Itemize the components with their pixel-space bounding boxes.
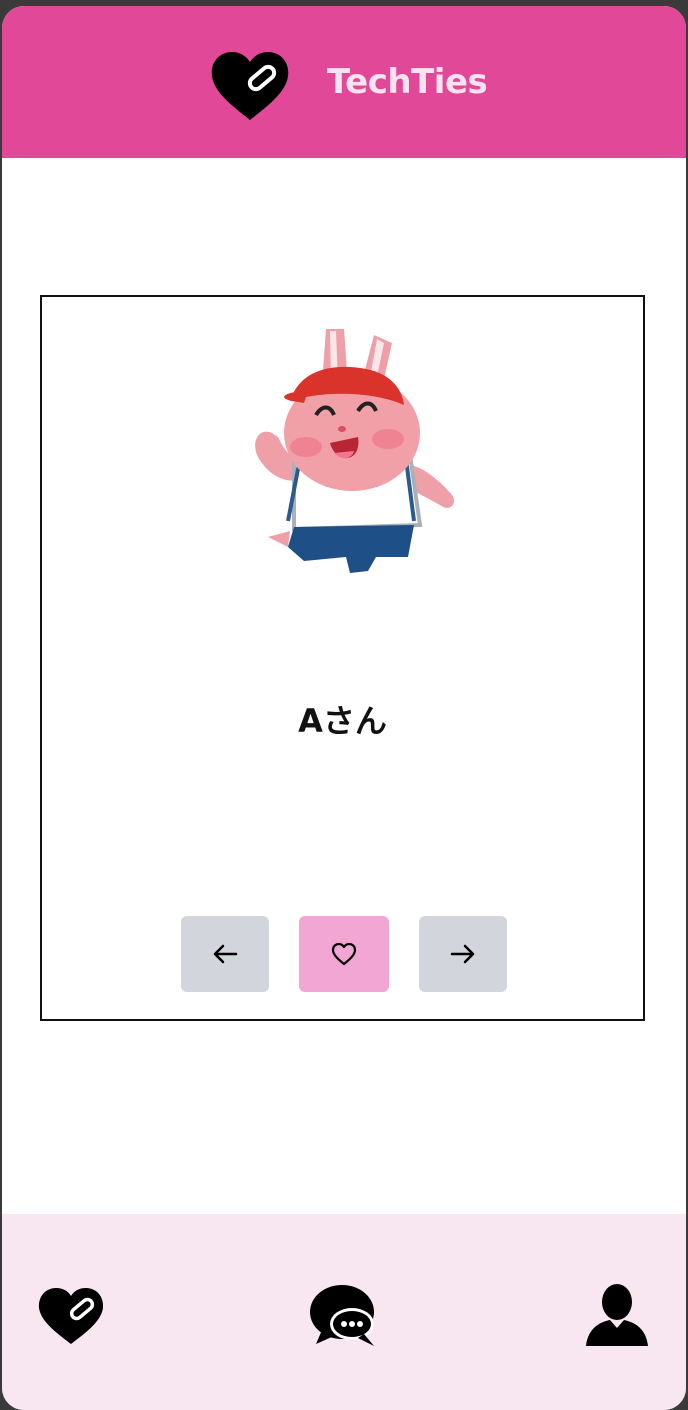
rabbit-character-illustration [255,329,455,573]
app-header: TechTies [2,6,686,158]
heart-chip-icon[interactable] [208,50,292,122]
profile-name: Aさん [298,702,387,740]
previous-profile-button[interactable] [181,916,269,992]
bottom-navigation [2,1214,686,1410]
heart-chip-icon[interactable] [36,1286,106,1346]
app-title: TechTies [327,62,488,102]
heart-outline-icon [331,942,357,966]
chat-bubbles-icon[interactable] [308,1282,380,1350]
next-profile-button[interactable] [419,916,507,992]
app-screen: TechTies Aさん [2,6,686,1410]
like-button[interactable] [299,916,389,992]
arrow-right-icon [450,944,475,964]
profile-card: Aさん [40,295,645,1021]
user-icon[interactable] [584,1282,650,1346]
arrow-left-icon [213,944,238,964]
